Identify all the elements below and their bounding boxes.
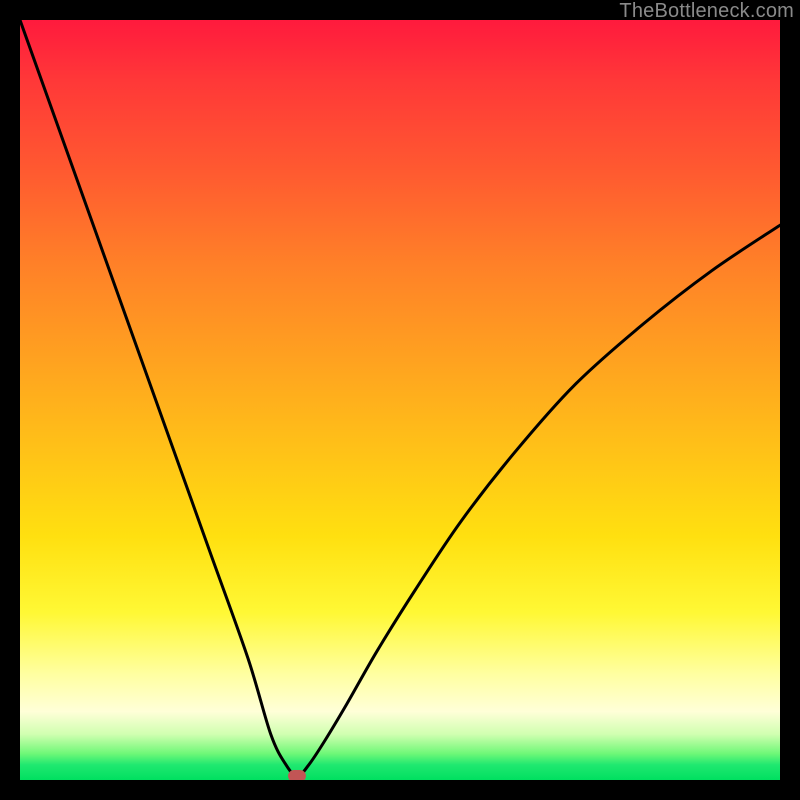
optimal-marker xyxy=(288,770,306,780)
chart-frame xyxy=(20,20,780,780)
curve-svg xyxy=(20,20,780,780)
watermark-text: TheBottleneck.com xyxy=(619,0,794,23)
bottleneck-curve xyxy=(20,20,780,776)
